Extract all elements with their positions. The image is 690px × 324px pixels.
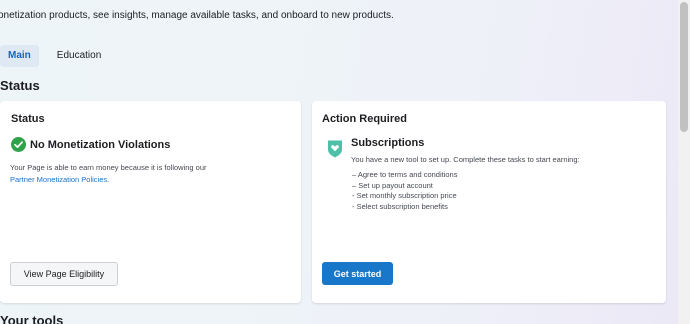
subscriptions-description: You have a new tool to set up. Complete … <box>351 155 580 164</box>
status-body-suffix: . <box>107 174 110 184</box>
status-card-title: Status <box>11 113 45 125</box>
tab-education[interactable]: Education <box>49 45 109 67</box>
status-description: Your Page is able to earn money because … <box>10 162 280 185</box>
section-title-your-tools: Your tools <box>0 313 64 324</box>
action-required-card: Action Required Subscriptions You have a… <box>312 101 666 303</box>
check-circle-icon <box>11 137 26 152</box>
scrollbar-thumb[interactable] <box>680 2 688 132</box>
subscriptions-heading: Subscriptions <box>351 137 425 149</box>
status-body-text: Your Page is able to earn money because … <box>10 163 207 172</box>
task-list-item: – Set up payout account <box>352 180 433 190</box>
status-card: Status No Monetization Violations Your P… <box>0 101 301 303</box>
action-card-title: Action Required <box>322 113 407 125</box>
task-list-item: - Select subscription benefits <box>352 201 448 211</box>
task-list: – Agree to terms and conditions – Set up… <box>352 170 457 212</box>
heart-shield-icon <box>328 140 342 158</box>
status-row: No Monetization Violations <box>11 137 170 152</box>
section-title-status: Status <box>0 78 40 93</box>
tab-main[interactable]: Main <box>0 45 39 67</box>
status-heading: No Monetization Violations <box>30 138 171 151</box>
task-list-item: – Agree to terms and conditions <box>352 170 458 179</box>
view-page-eligibility-button[interactable]: View Page Eligibility <box>10 262 118 286</box>
partner-monetization-policies-link[interactable]: Partner Monetization Policies <box>10 175 107 184</box>
get-started-button[interactable]: Get started <box>322 262 393 285</box>
task-list-item: - Set monthly subscription price <box>352 191 457 200</box>
page-scrollbar[interactable] <box>678 0 690 324</box>
tab-bar: Main Education <box>0 45 109 67</box>
page-intro-text: onetization products, see insights, mana… <box>0 10 394 21</box>
